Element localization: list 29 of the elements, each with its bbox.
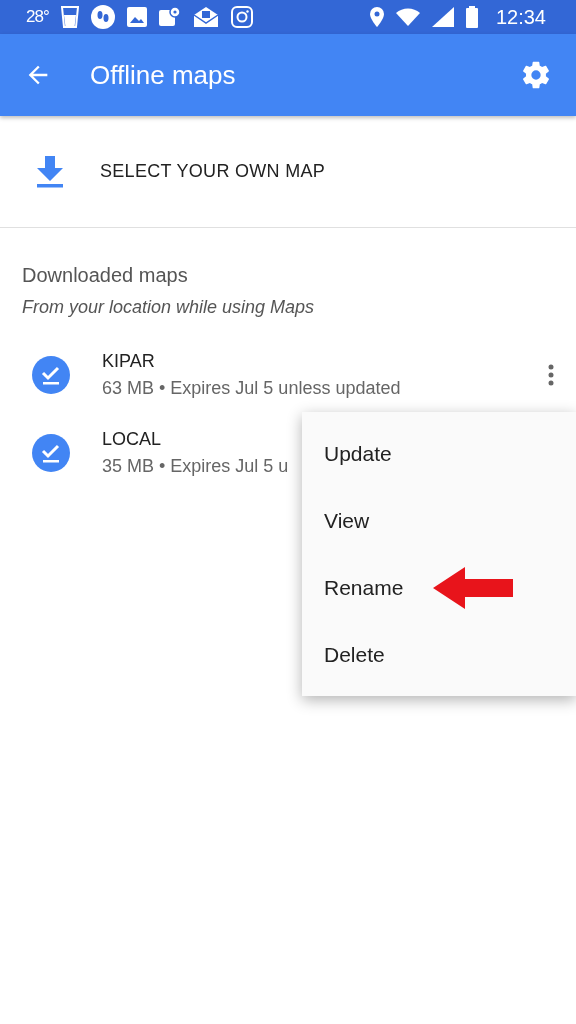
map-details: 35 MB • Expires Jul 5 u (102, 456, 289, 477)
screen-title: Offline maps (90, 59, 237, 91)
clock: 12:34 (495, 5, 546, 29)
menu-item[interactable]: Rename (324, 575, 404, 600)
footprints-icon (90, 5, 115, 29)
temperature: 28° (26, 7, 49, 27)
signal-icon (431, 7, 454, 27)
wifi-icon (395, 8, 420, 26)
envelope-icon (192, 6, 219, 28)
settings-button[interactable] (520, 59, 552, 91)
menu-item[interactable]: View (324, 508, 370, 533)
download-done-icon (32, 356, 70, 394)
menu-item[interactable]: Delete (324, 642, 385, 667)
battery-icon (465, 6, 478, 28)
select-map-label: SELECT YOUR OWN MAP (100, 161, 326, 182)
section-subtitle: From your location while using Maps (22, 297, 316, 318)
map-pin-icon (158, 6, 181, 28)
cup-icon (60, 6, 79, 28)
image-icon (126, 7, 147, 27)
menu-item[interactable]: Update (324, 441, 392, 466)
map-details: 63 MB • Expires Jul 5 unless updated (102, 378, 401, 399)
download-icon (36, 155, 64, 188)
download-done-icon (32, 434, 70, 472)
map-name: KIPAR (102, 351, 155, 372)
camera-icon (230, 6, 253, 28)
more-options-button[interactable] (548, 364, 554, 386)
map-name: LOCAL (102, 429, 162, 450)
location-icon (369, 7, 384, 27)
section-title: Downloaded maps (22, 264, 189, 287)
